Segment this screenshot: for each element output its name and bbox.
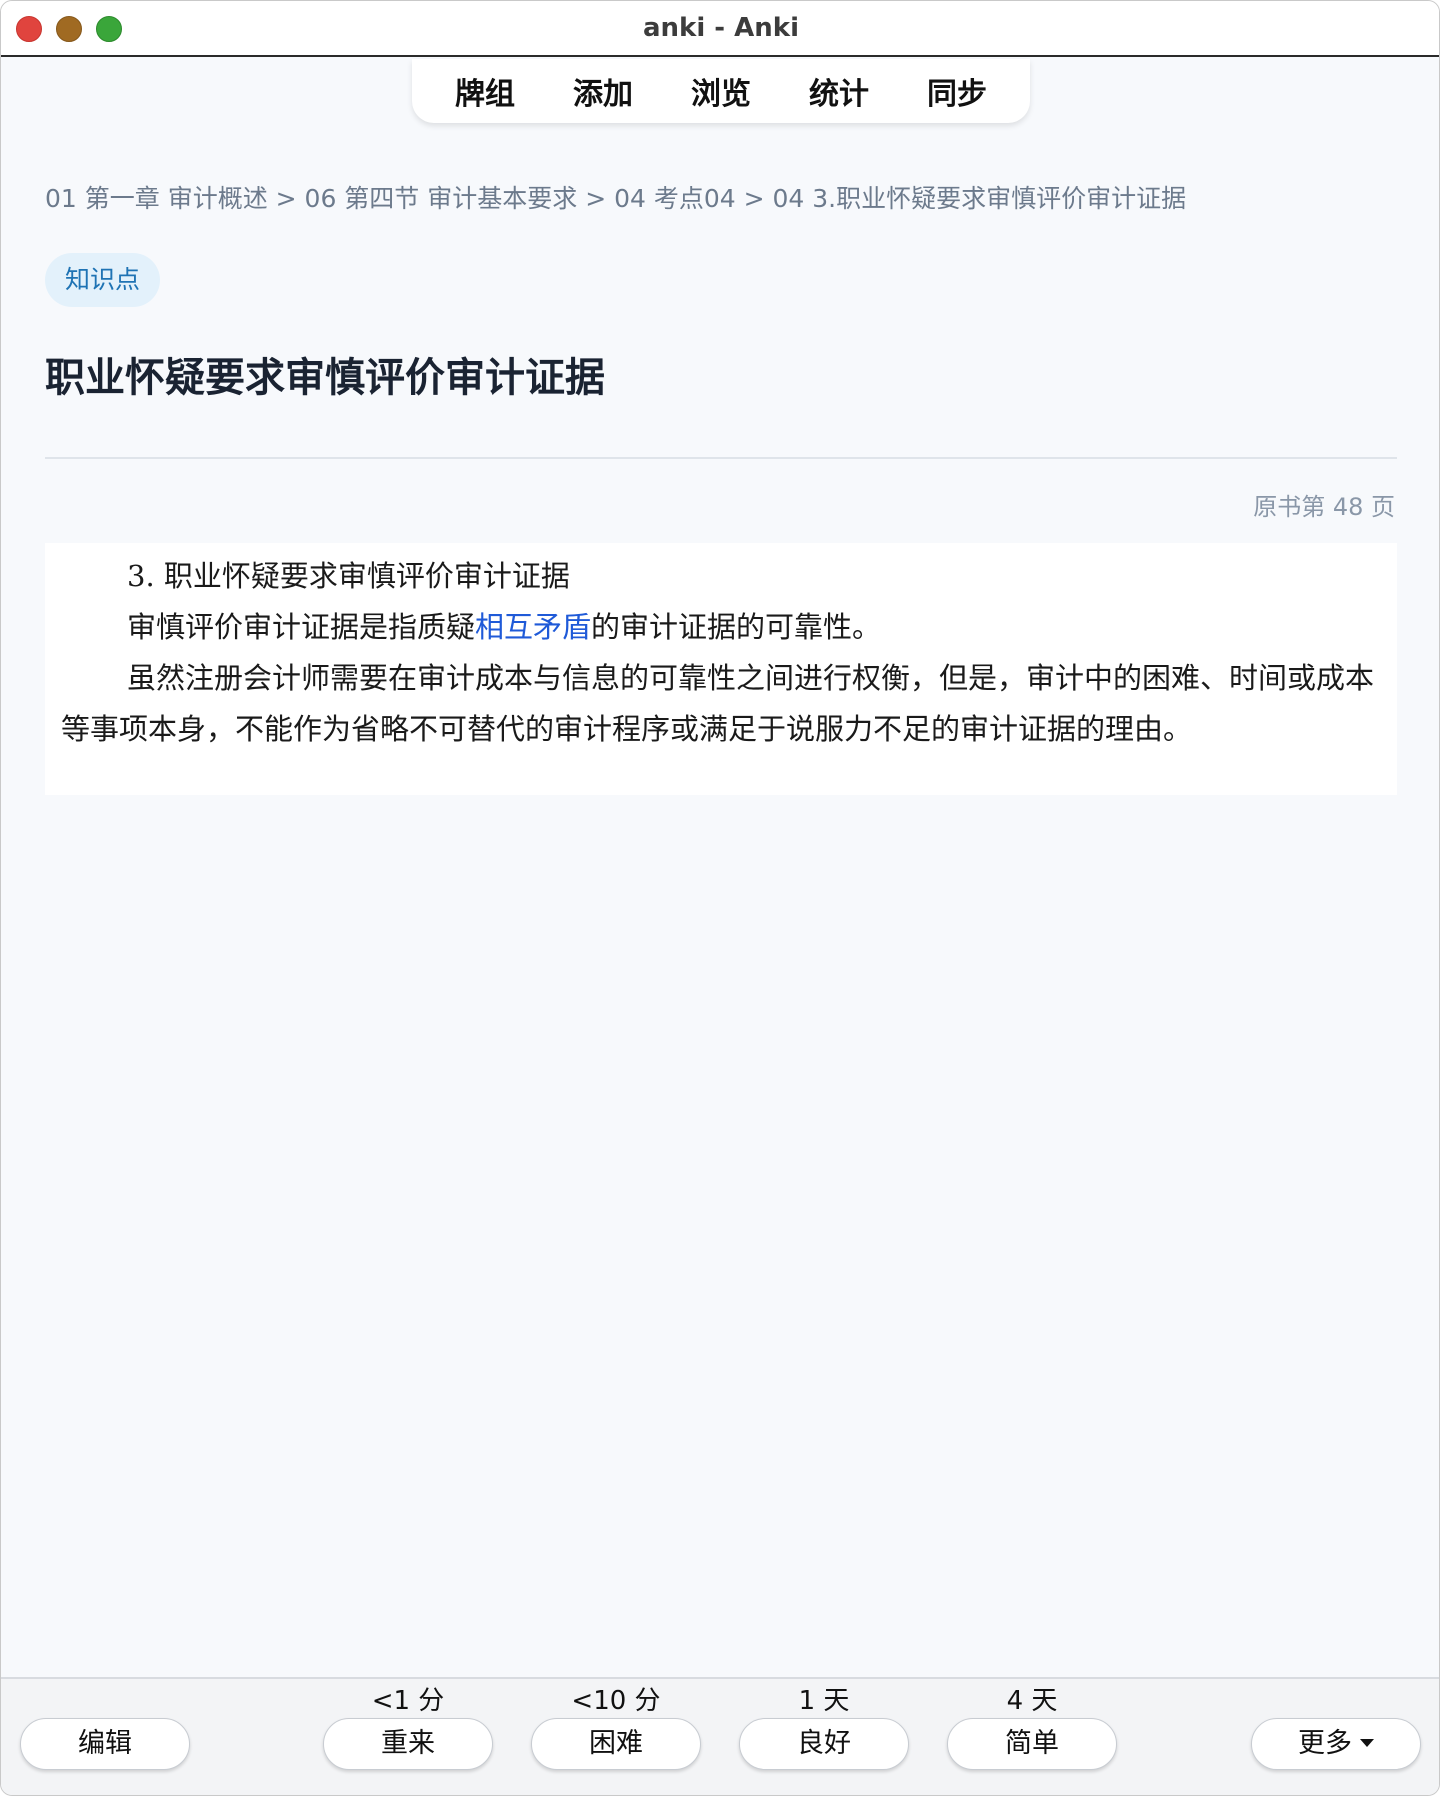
title-divider bbox=[45, 457, 1397, 459]
card-tag-badge: 知识点 bbox=[45, 253, 161, 307]
anki-window: anki - Anki 牌组 添加 浏览 统计 同步 01 第一章 审计概述 >… bbox=[0, 0, 1440, 1796]
again-interval: <1 分 bbox=[371, 1686, 445, 1716]
page-reference: 原书第 48 页 bbox=[1253, 493, 1395, 521]
scan-definition-line: 审慎评价审计证据是指质疑相互矛盾的审计证据的可靠性。 bbox=[61, 602, 1381, 653]
nav-browse[interactable]: 浏览 bbox=[673, 65, 769, 117]
scan-paragraph: 虽然注册会计师需要在审计成本与信息的可靠性之间进行权衡，但是，审计中的困难、时间… bbox=[61, 661, 1375, 746]
hard-button[interactable]: 困难 bbox=[531, 1718, 701, 1770]
nav-stats[interactable]: 统计 bbox=[791, 65, 887, 117]
edit-button[interactable]: 编辑 bbox=[20, 1718, 190, 1770]
hard-interval: <10 分 bbox=[571, 1686, 661, 1716]
easy-interval: 4 天 bbox=[1006, 1686, 1058, 1716]
easy-button[interactable]: 简单 bbox=[947, 1718, 1117, 1770]
more-button[interactable]: 更多 bbox=[1251, 1718, 1421, 1770]
top-navigation: 牌组 添加 浏览 统计 同步 bbox=[412, 59, 1030, 123]
card-title: 职业怀疑要求审慎评价审计证据 bbox=[45, 355, 605, 401]
window-title: anki - Anki bbox=[643, 13, 799, 43]
nav-add[interactable]: 添加 bbox=[555, 65, 651, 117]
textbook-scan-excerpt: 3. 职业怀疑要求审慎评价审计证据 审慎评价审计证据是指质疑相互矛盾的审计证据的… bbox=[45, 543, 1397, 795]
review-bottom-bar bbox=[1, 1677, 1439, 1795]
nav-sync[interactable]: 同步 bbox=[909, 65, 1005, 117]
deck-breadcrumb: 01 第一章 审计概述 > 06 第四节 审计基本要求 > 04 考点04 > … bbox=[45, 184, 1187, 213]
good-interval: 1 天 bbox=[798, 1686, 850, 1716]
scan-definition-text: 审慎评价审计证据是指质疑 bbox=[127, 610, 476, 644]
caret-down-icon bbox=[1360, 1739, 1374, 1747]
scan-heading: 3. 职业怀疑要求审慎评价审计证据 bbox=[127, 559, 570, 593]
title-bar[interactable]: anki - Anki bbox=[1, 1, 1439, 57]
nav-decks[interactable]: 牌组 bbox=[437, 65, 533, 117]
scan-definition-tail: 的审计证据的可靠性。 bbox=[591, 610, 882, 644]
scan-highlight-text: 相互矛盾 bbox=[475, 610, 592, 644]
more-button-label: 更多 bbox=[1298, 1728, 1352, 1759]
good-button[interactable]: 良好 bbox=[739, 1718, 909, 1770]
again-button[interactable]: 重来 bbox=[323, 1718, 493, 1770]
